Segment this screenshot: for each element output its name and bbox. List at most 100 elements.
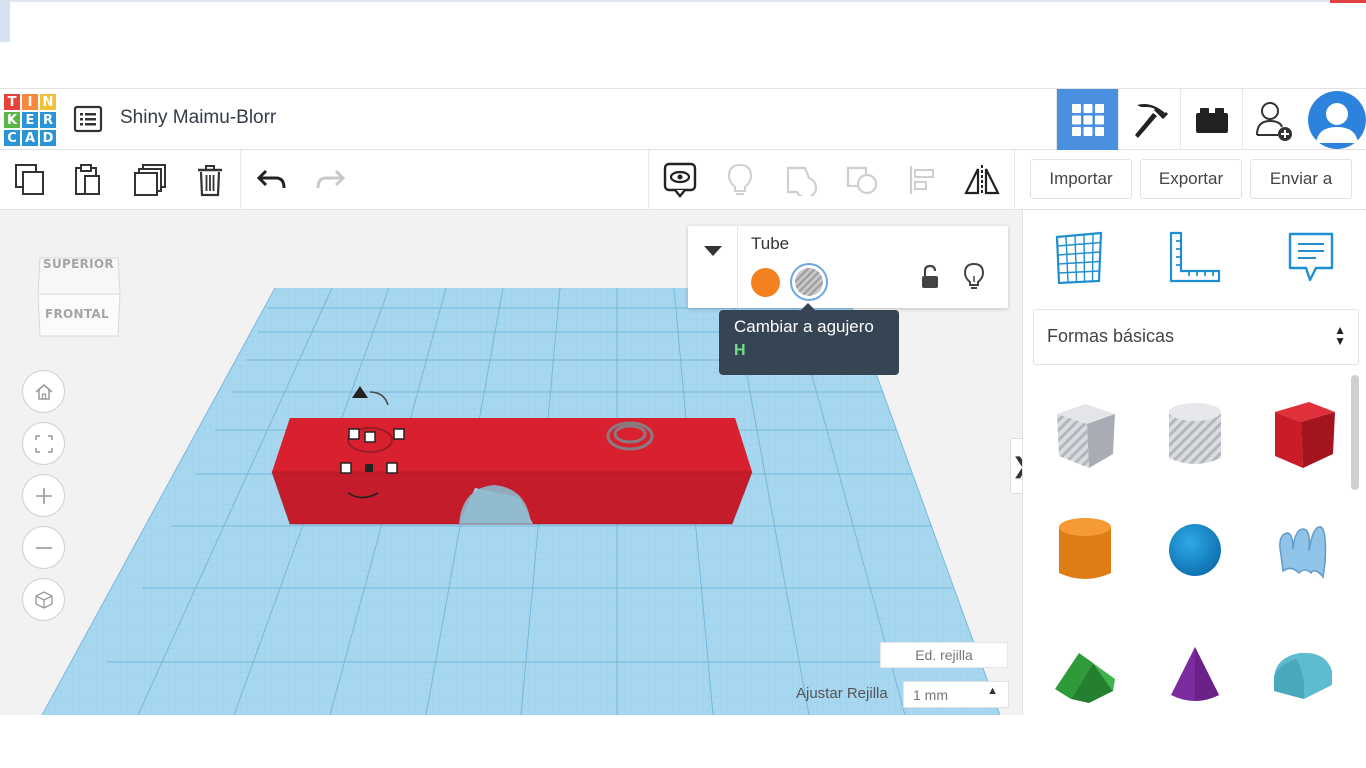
edit-grid-button[interactable]: Ed. rejilla: [880, 642, 1008, 668]
home-view-button[interactable]: [22, 370, 65, 413]
send-to-button[interactable]: Enviar a: [1250, 159, 1352, 199]
fit-view-icon: [34, 434, 53, 453]
add-user-icon: [1255, 101, 1292, 141]
group-button[interactable]: [780, 158, 824, 202]
edit-toolbar: Importar Exportar Enviar a: [0, 150, 1366, 210]
lock-button[interactable]: [918, 264, 942, 292]
bricks-button[interactable]: [1180, 89, 1242, 150]
bottom-strip: [0, 715, 1366, 768]
hole-stripes-icon: [795, 268, 823, 296]
view-cube-front-label[interactable]: FRONTAL: [45, 307, 109, 321]
note-bubble-icon: [1288, 232, 1334, 282]
solid-color-button[interactable]: [751, 268, 780, 297]
logo-letter: T: [3, 93, 21, 111]
browser-top-strip: [0, 0, 1366, 88]
shape-scribble[interactable]: [1263, 510, 1343, 590]
ruler-tab[interactable]: [1165, 228, 1225, 288]
shape-sphere[interactable]: [1155, 510, 1235, 590]
undo-icon: [256, 169, 286, 189]
fit-view-button[interactable]: [22, 422, 65, 465]
group-icon: [786, 166, 818, 196]
panel-collapse-button[interactable]: ❯: [1010, 438, 1022, 494]
bricks-icon: [1195, 107, 1228, 133]
zoom-in-button[interactable]: [22, 474, 65, 517]
grid-view-icon: [1071, 103, 1104, 136]
logo-letter: D: [39, 129, 57, 147]
trash-icon: [198, 165, 222, 197]
tinkercad-logo[interactable]: T I N K E R C A D: [3, 93, 57, 147]
logo-letter: N: [39, 93, 57, 111]
hide-shape-button[interactable]: [963, 262, 985, 292]
undo-button[interactable]: [250, 158, 294, 202]
workplane-area[interactable]: SUPERIOR FRONTAL Tube Cambiar a agujero: [0, 210, 1022, 715]
logo-letter: I: [21, 93, 39, 111]
lightbulb-icon: [963, 262, 985, 289]
snap-grid-select[interactable]: 1 mm ▲: [903, 681, 1009, 708]
invite-user-button[interactable]: [1242, 89, 1304, 150]
export-button[interactable]: Exportar: [1140, 159, 1242, 199]
shape-category-select[interactable]: Formas básicas ▲ ▼: [1033, 309, 1359, 365]
ungroup-button[interactable]: [840, 158, 884, 202]
shape-inspector: Tube: [688, 226, 1008, 308]
shapes-panel: Formas básicas ▲ ▼: [1022, 210, 1366, 715]
duplicate-button[interactable]: [128, 158, 172, 202]
workplane-grid-icon: [1055, 231, 1103, 285]
notes-tab[interactable]: [1281, 228, 1341, 288]
hole-button[interactable]: [790, 263, 828, 301]
inspector-collapse-button[interactable]: [688, 226, 738, 308]
copy-button[interactable]: [8, 158, 52, 202]
pickaxe-icon: [1134, 103, 1168, 138]
shape-roof[interactable]: [1045, 635, 1125, 715]
paste-icon: [75, 164, 100, 195]
shape-cylinder[interactable]: [1045, 510, 1125, 590]
unlock-icon: [922, 264, 938, 288]
user-avatar[interactable]: [1308, 91, 1366, 149]
workplane-tab[interactable]: [1049, 228, 1109, 288]
eye-bubble-icon: [663, 162, 697, 198]
logo-letter: K: [3, 111, 21, 129]
view-cube-top-label[interactable]: SUPERIOR: [43, 257, 114, 271]
logo-letter: A: [21, 129, 39, 147]
chevron-right-icon: ❯: [1012, 454, 1022, 479]
align-button[interactable]: [900, 158, 944, 202]
cube-perspective-icon: [34, 590, 53, 609]
snap-grid-value: 1 mm: [913, 687, 948, 703]
redo-button[interactable]: [308, 158, 352, 202]
duplicate-icon: [134, 164, 166, 196]
ungroup-icon: [846, 166, 878, 195]
delete-button[interactable]: [188, 158, 232, 202]
project-title[interactable]: Shiny Maimu-Blorr: [120, 107, 276, 129]
logo-letter: C: [3, 129, 21, 147]
shape-box-hole[interactable]: [1045, 395, 1125, 475]
paste-button[interactable]: [66, 158, 110, 202]
codeblocks-button[interactable]: [1118, 89, 1180, 150]
home-icon: [35, 383, 52, 400]
show-all-button[interactable]: [718, 158, 762, 202]
notes-toggle-button[interactable]: [658, 158, 702, 202]
ruler-icon: [1169, 231, 1221, 283]
minus-icon: [35, 546, 52, 549]
shape-cylinder-hole[interactable]: [1155, 395, 1235, 475]
caret-down-icon: [704, 246, 722, 256]
zoom-out-button[interactable]: [22, 526, 65, 569]
perspective-button[interactable]: [22, 578, 65, 621]
shape-name[interactable]: Tube: [751, 234, 789, 254]
lightbulb-icon: [727, 163, 753, 195]
design-list-icon[interactable]: [72, 103, 104, 135]
shape-box[interactable]: [1263, 395, 1343, 475]
3d-view-button[interactable]: [1056, 89, 1118, 150]
shape-round-roof[interactable]: [1263, 635, 1343, 715]
import-button[interactable]: Importar: [1030, 159, 1132, 199]
app-header: T I N K E R C A D Shiny Maimu-Blorr: [0, 88, 1366, 150]
panel-scrollbar[interactable]: [1351, 375, 1359, 490]
logo-letter: E: [21, 111, 39, 129]
shape-cone[interactable]: [1155, 635, 1235, 715]
logo-letter: R: [39, 111, 57, 129]
mirror-button[interactable]: [960, 158, 1004, 202]
redo-icon: [316, 169, 346, 189]
tooltip-text: Cambiar a agujero: [734, 317, 874, 336]
mirror-icon: [964, 165, 1000, 195]
caret-up-icon: ▲: [987, 685, 998, 697]
view-cube[interactable]: SUPERIOR FRONTAL: [36, 240, 122, 340]
select-arrows-icon: ▲ ▼: [1334, 323, 1346, 348]
